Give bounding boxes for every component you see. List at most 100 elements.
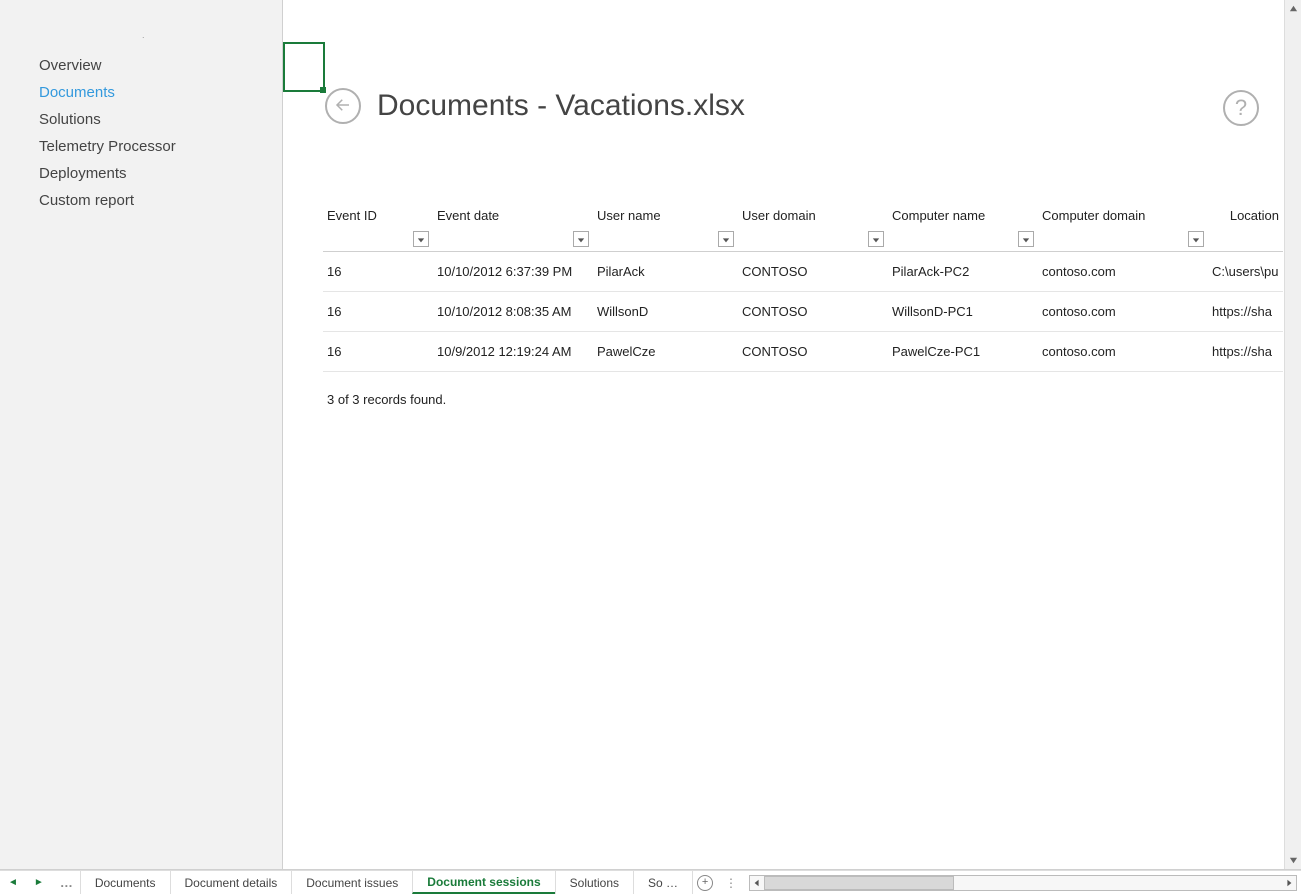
chevron-down-icon (417, 232, 425, 247)
cell-user-domain: CONTOSO (738, 292, 888, 332)
cell-location: https://sha (1208, 332, 1283, 372)
records-found-text: 3 of 3 records found. (323, 372, 1301, 427)
col-header-label: Event ID (327, 208, 377, 223)
filter-dropdown-user-domain[interactable] (868, 231, 884, 247)
scroll-up-button[interactable] (1285, 0, 1301, 17)
col-header-user-domain: User domain (738, 200, 888, 252)
triangle-up-icon (1289, 1, 1298, 16)
sheet-nav-more[interactable]: … (56, 875, 77, 890)
chevron-down-icon (722, 232, 730, 247)
cell-event-id: 16 (323, 292, 433, 332)
col-header-location: Location (1208, 200, 1283, 252)
sidebar-item-telemetry-processor[interactable]: Telemetry Processor (0, 133, 282, 160)
sidebar-item-custom-report[interactable]: Custom report (0, 187, 282, 214)
add-sheet-button[interactable]: + (693, 871, 717, 894)
tab-so-truncated[interactable]: So … (633, 871, 693, 894)
footer-options-button[interactable]: ⋮ (717, 871, 745, 894)
hscroll-left-button[interactable] (749, 875, 765, 891)
tab-solutions[interactable]: Solutions (555, 871, 634, 894)
cell-computer-domain: contoso.com (1038, 292, 1208, 332)
nav-list: Overview Documents Solutions Telemetry P… (0, 52, 282, 214)
filter-dropdown-user-name[interactable] (718, 231, 734, 247)
sheet-tab-bar: ◄ ► … Documents Document details Documen… (0, 870, 1301, 894)
table-row[interactable]: 16 10/10/2012 8:08:35 AM WillsonD CONTOS… (323, 292, 1283, 332)
sheet-nav-buttons: ◄ ► … (0, 871, 81, 894)
sidebar-item-documents[interactable]: Documents (0, 79, 282, 106)
sheet-nav-prev[interactable]: ◄ (4, 877, 22, 888)
cell-user-name: PilarAck (593, 252, 738, 292)
cell-event-date: 10/9/2012 12:19:24 AM (433, 332, 593, 372)
cell-location: https://sha (1208, 292, 1283, 332)
cell-event-date: 10/10/2012 8:08:35 AM (433, 292, 593, 332)
cell-computer-name: PawelCze-PC1 (888, 332, 1038, 372)
cell-computer-name: WillsonD-PC1 (888, 292, 1038, 332)
sheet-tabs: Documents Document details Document issu… (81, 871, 693, 894)
sidebar-top-space: . (0, 10, 282, 52)
sheet-nav-next[interactable]: ► (30, 877, 48, 888)
col-header-computer-domain: Computer domain (1038, 200, 1208, 252)
triangle-left-icon (753, 876, 761, 890)
col-header-event-id: Event ID (323, 200, 433, 252)
cell-computer-domain: contoso.com (1038, 332, 1208, 372)
chevron-down-icon (1192, 232, 1200, 247)
table-row[interactable]: 16 10/10/2012 6:37:39 PM PilarAck CONTOS… (323, 252, 1283, 292)
triangle-down-icon (1289, 853, 1298, 868)
cell-event-id: 16 (323, 332, 433, 372)
chevron-down-icon (872, 232, 880, 247)
tab-documents[interactable]: Documents (80, 871, 171, 894)
col-header-label: Computer domain (1042, 208, 1145, 223)
col-header-user-name: User name (593, 200, 738, 252)
col-header-label: Computer name (892, 208, 985, 223)
horizontal-scrollbar[interactable] (745, 871, 1301, 894)
chevron-down-icon (1022, 232, 1030, 247)
tab-document-details[interactable]: Document details (170, 871, 293, 894)
table-header-row: Event ID Event date User name (323, 200, 1283, 252)
filter-dropdown-event-id[interactable] (413, 231, 429, 247)
col-header-label: Location (1230, 208, 1279, 223)
scroll-track[interactable] (1285, 17, 1301, 852)
cell-computer-name: PilarAck-PC2 (888, 252, 1038, 292)
sidebar-item-deployments[interactable]: Deployments (0, 160, 282, 187)
hscroll-thumb[interactable] (764, 876, 954, 890)
cell-user-name: WillsonD (593, 292, 738, 332)
col-header-label: User name (597, 208, 661, 223)
tab-document-sessions[interactable]: Document sessions (412, 871, 555, 894)
cell-user-domain: CONTOSO (738, 332, 888, 372)
cell-fill-handle[interactable] (320, 87, 326, 93)
hscroll-right-button[interactable] (1281, 875, 1297, 891)
filter-dropdown-computer-domain[interactable] (1188, 231, 1204, 247)
arrow-left-icon (334, 96, 352, 117)
sessions-table: Event ID Event date User name (323, 200, 1283, 372)
cell-computer-domain: contoso.com (1038, 252, 1208, 292)
filter-dropdown-computer-name[interactable] (1018, 231, 1034, 247)
col-header-label: Event date (437, 208, 499, 223)
cell-event-id: 16 (323, 252, 433, 292)
sidebar-item-overview[interactable]: Overview (0, 52, 282, 79)
hscroll-track[interactable] (764, 875, 1282, 891)
content-area: Documents - Vacations.xlsx ? Event ID (283, 0, 1301, 870)
cell-event-date: 10/10/2012 6:37:39 PM (433, 252, 593, 292)
col-header-label: User domain (742, 208, 816, 223)
selected-cell-indicator[interactable] (283, 42, 325, 92)
cell-user-domain: CONTOSO (738, 252, 888, 292)
help-icon: ? (1235, 95, 1247, 121)
page-title: Documents - Vacations.xlsx (377, 89, 745, 123)
chevron-down-icon (577, 232, 585, 247)
vertical-scrollbar[interactable] (1284, 0, 1301, 869)
sidebar-item-solutions[interactable]: Solutions (0, 106, 282, 133)
sidebar: . Overview Documents Solutions Telemetry… (0, 0, 283, 870)
tiny-mark: . (142, 30, 145, 40)
help-button[interactable]: ? (1223, 90, 1259, 126)
col-header-event-date: Event date (433, 200, 593, 252)
table-area: Event ID Event date User name (323, 200, 1301, 427)
plus-icon: + (697, 875, 713, 891)
table-row[interactable]: 16 10/9/2012 12:19:24 AM PawelCze CONTOS… (323, 332, 1283, 372)
tab-document-issues[interactable]: Document issues (291, 871, 413, 894)
back-button[interactable] (325, 88, 361, 124)
cell-location: C:\users\pu (1208, 252, 1283, 292)
scroll-down-button[interactable] (1285, 852, 1301, 869)
filter-dropdown-event-date[interactable] (573, 231, 589, 247)
cell-user-name: PawelCze (593, 332, 738, 372)
triangle-right-icon (1285, 876, 1293, 890)
col-header-computer-name: Computer name (888, 200, 1038, 252)
